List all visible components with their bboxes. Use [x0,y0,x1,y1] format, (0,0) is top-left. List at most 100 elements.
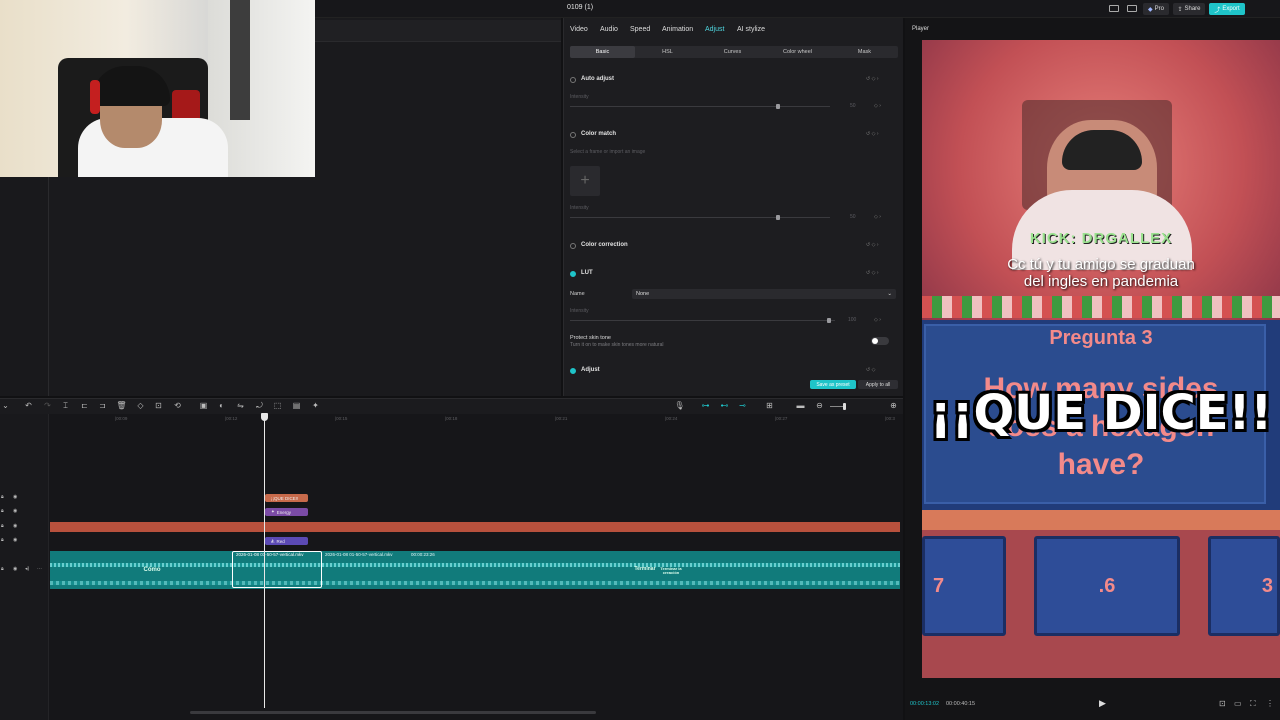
resize-icon[interactable]: ⬚ [273,401,282,410]
color-correction-checkbox[interactable] [570,243,576,249]
ai-tools-icon[interactable]: ✦ [311,401,320,410]
subtab-hsl[interactable]: HSL [635,46,700,58]
reset-icon[interactable]: ↺ ◇ › [866,270,878,276]
thumb-word: Terminar la creación [660,566,682,576]
tab-video[interactable]: Video [570,26,588,33]
playhead-handle[interactable] [261,413,268,421]
lock-icon[interactable]: 🔒︎ [1,566,4,572]
rotate-icon[interactable]: ⤾ [255,401,264,410]
eye-icon[interactable]: ◉ [13,566,17,572]
subtab-mask[interactable]: Mask [832,46,897,58]
snap-icon[interactable]: ⊸ [738,401,747,410]
image-icon[interactable]: ▤ [292,401,301,410]
select-tool-icon[interactable]: ⌄ [1,401,10,410]
text-clip[interactable]: ¡¡QUE DICE!! [265,494,308,502]
eye-icon[interactable]: ◉ [13,494,17,500]
tab-ai-stylize[interactable]: AI stylize [737,26,765,33]
undo-icon[interactable]: ↶ [24,401,33,410]
auto-adjust-value[interactable]: 50 [850,103,856,109]
timeline-scrollbar[interactable] [190,711,596,714]
layout-icon[interactable] [1109,5,1119,12]
freeze-icon[interactable]: ▣ [199,401,208,410]
color-match-slider[interactable] [570,217,830,218]
lock-icon[interactable]: 🔒︎ [1,508,4,514]
fullscreen-icon[interactable]: ⛶ [1250,699,1256,709]
marker-icon[interactable]: ◇ [136,401,145,410]
split-left-icon[interactable]: ⊏ [80,401,89,410]
lock-icon[interactable]: 🔒︎ [1,523,4,529]
tab-audio[interactable]: Audio [600,26,618,33]
split-icon[interactable]: ⌶ [61,401,70,410]
lut-checkbox[interactable] [570,271,576,277]
export-button[interactable]: ⤴ Export [1209,3,1245,15]
tab-animation[interactable]: Animation [662,26,693,33]
auto-adjust-checkbox[interactable] [570,77,576,83]
split-right-icon[interactable]: ⊐ [98,401,107,410]
auto-adjust-slider[interactable] [570,106,830,107]
lut-slider[interactable] [570,320,835,321]
zoom-fit-icon[interactable]: ⊕ [889,401,898,410]
eye-icon[interactable]: ◉ [13,537,17,543]
lut-value[interactable]: 100 [848,317,856,323]
reset-icon[interactable]: ↺ ◇ › [866,131,878,137]
magnet-icon[interactable]: ⊶ [701,401,710,410]
filter-clip[interactable]: ◭ Red [265,537,308,545]
lut-name-select[interactable]: None ⌄ [632,289,896,299]
protect-skin-label: Protect skin tone [570,335,611,341]
zoom-slider-knob[interactable] [843,403,846,410]
redo-icon[interactable]: ↷ [43,401,52,410]
adjust-checkbox[interactable] [570,368,576,374]
color-match-slider-knob[interactable] [776,215,780,220]
ruler-tick: |00:12 [225,416,238,421]
color-match-checkbox[interactable] [570,132,576,138]
ratio-icon[interactable]: ▭ [1234,699,1242,708]
video-preview[interactable]: KICK: DRGALLEX Cc tú y tu amigo se gradu… [922,40,1280,678]
shortcuts-icon[interactable] [1127,5,1137,12]
tab-adjust[interactable]: Adjust [705,26,724,33]
linkage-icon[interactable]: ⊷ [720,401,729,410]
crop-icon[interactable]: ⊡ [1219,699,1226,708]
pro-button[interactable]: ◆ Pro [1143,3,1169,15]
more-icon[interactable]: ⋯ [37,566,42,572]
eye-icon[interactable]: ◉ [13,523,17,529]
effect-clip[interactable]: ✦ Energy [265,508,308,516]
share-button[interactable]: ⇪ Share [1173,3,1205,15]
add-image-button[interactable]: + [570,166,600,196]
ruler-tick: |00:27 [775,416,788,421]
lut-slider-knob[interactable] [827,318,831,323]
microphone-icon[interactable]: 🎙 [674,401,684,410]
save-preset-button[interactable]: Save as preset [810,380,856,389]
main-clip-a-name: 2026-01-08 01-50-57-vertical.mkv [236,552,304,557]
subtab-color-wheel[interactable]: Color wheel [765,46,830,58]
crop-tool-icon[interactable]: ⊡ [154,401,163,410]
eye-icon[interactable]: ◉ [13,508,17,514]
delete-icon[interactable]: 🗑 [116,401,126,410]
keyframe-icon[interactable]: ◇ › [874,317,881,323]
audio-icon[interactable]: ◂) [25,566,29,572]
tab-speed[interactable]: Speed [630,26,650,33]
caption-icon[interactable]: ▬ [796,401,805,410]
lock-icon[interactable]: 🔒︎ [1,494,4,500]
adjustment-track-clip[interactable] [50,522,900,532]
protect-skin-toggle[interactable] [871,337,889,345]
keyframe-icon[interactable]: ◇ › [874,214,881,220]
keyframe-icon[interactable]: ◇ › [874,103,881,109]
subtab-curves[interactable]: Curves [700,46,765,58]
subtab-basic[interactable]: Basic [570,46,635,58]
reverse-icon[interactable]: ◐ [217,401,226,410]
zoom-out-icon[interactable]: ⊖ [815,401,824,410]
play-icon[interactable]: ▶ [1099,698,1106,709]
auto-adjust-slider-knob[interactable] [776,104,780,109]
color-match-value[interactable]: 50 [850,214,856,220]
playhead[interactable] [264,414,265,708]
more-icon[interactable]: ⋮ [1266,699,1274,708]
lock-icon[interactable]: 🔒︎ [1,537,4,543]
apply-to-all-button[interactable]: Apply to all [858,380,898,389]
reset-icon[interactable]: ↺ ◇ [866,367,875,373]
audio-waveform [50,581,900,585]
auto-reframe-icon[interactable]: ⟲ [173,401,182,410]
reset-icon[interactable]: ↺ ◇ › [866,242,878,248]
reset-icon[interactable]: ↺ ◇ › [866,76,878,82]
mirror-icon[interactable]: ⇋ [236,401,245,410]
preview-axis-icon[interactable]: ⊞ [765,401,774,410]
